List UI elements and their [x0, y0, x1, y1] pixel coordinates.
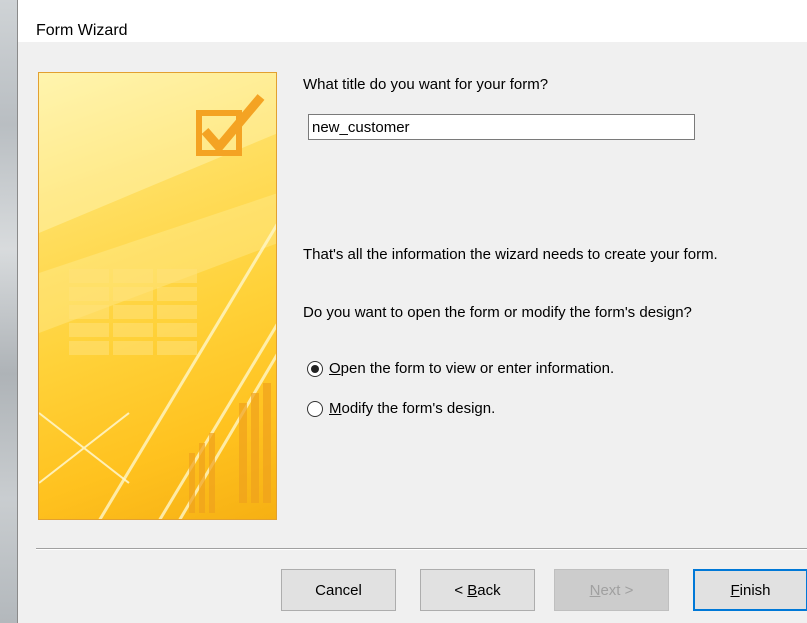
- open-or-modify-prompt: Do you want to open the form or modify t…: [303, 304, 692, 321]
- cancel-button[interactable]: Cancel: [281, 569, 396, 611]
- finish-button-label: Finish: [730, 581, 771, 599]
- window-title: Form Wizard: [36, 22, 128, 39]
- back-button[interactable]: < Back: [420, 569, 535, 611]
- checkbox-checkmark-art-icon: [39, 73, 276, 519]
- radio-modify-design[interactable]: Modify the form's design.: [307, 400, 495, 417]
- form-title-question: What title do you want for your form?: [303, 76, 549, 93]
- radio-open-form-label: Open the form to view or enter informati…: [329, 360, 615, 377]
- radio-modify-design-label: Modify the form's design.: [329, 400, 496, 417]
- radio-open-form-indicator[interactable]: [307, 360, 323, 377]
- title-bar: Form Wizard: [18, 0, 807, 42]
- back-button-label: < Back: [454, 581, 501, 599]
- radio-open-form[interactable]: Open the form to view or enter informati…: [307, 360, 614, 377]
- desktop-background: [0, 0, 17, 623]
- wizard-illustration: [38, 72, 277, 520]
- footer-separator: [36, 548, 807, 550]
- form-title-input[interactable]: [308, 114, 695, 140]
- next-button[interactable]: Next >: [554, 569, 669, 611]
- info-text: That's all the information the wizard ne…: [303, 246, 718, 263]
- finish-button[interactable]: Finish: [693, 569, 807, 611]
- form-wizard-dialog: Form Wizard What title do you want for y…: [17, 0, 807, 623]
- radio-modify-design-indicator[interactable]: [307, 400, 323, 417]
- next-button-label: Next >: [589, 581, 634, 599]
